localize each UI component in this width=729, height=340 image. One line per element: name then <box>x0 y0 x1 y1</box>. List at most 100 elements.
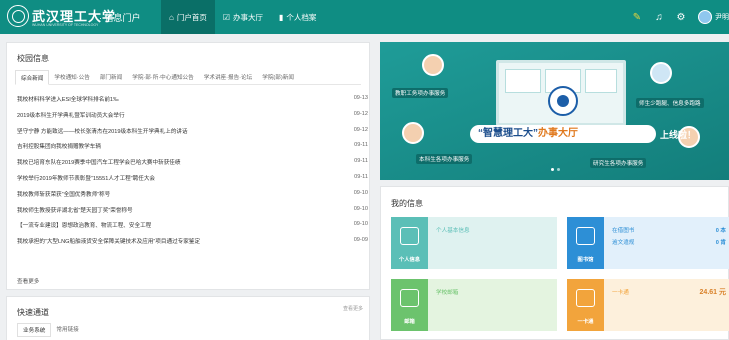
mail-icon <box>400 289 419 307</box>
bell-icon[interactable]: ♫ <box>648 12 670 23</box>
nav-service-hall[interactable]: ☑ 办事大厅 <box>215 0 271 34</box>
tab-general-news[interactable]: 综合新闻 <box>15 70 50 85</box>
tab-college-news[interactable]: 学院(部)新闻 <box>257 70 299 85</box>
nav-home-label: 门户首页 <box>176 12 207 22</box>
carousel-dot[interactable] <box>557 168 560 171</box>
carousel-dot-active[interactable] <box>551 168 554 171</box>
list-item[interactable]: 吉利控股集团向我校捐赠教学车辆 09-11 <box>17 142 369 158</box>
banner-label-teacher: 教职工务项办事服务 <box>392 88 449 98</box>
list-item[interactable]: 我校师生教授获评湖北省“楚天园丁奖”荣誉称号 09-10 <box>17 206 369 222</box>
top-right-tools: ✎ ♫ ⚙ 尹明 <box>626 0 729 34</box>
banner-label-grad: 研究生各项办事服务 <box>590 158 647 168</box>
library-tile-icon: 图书馆 <box>567 217 604 269</box>
campus-info-title: 校园信息 <box>17 54 49 63</box>
list-item[interactable]: 2019级本科生开学典礼暨军训动员大会举行 09-12 <box>17 111 369 127</box>
list-item[interactable]: 坚守宁静 方能致远——校长张清杰在2019级本科生开学典礼上的讲话 09-12 <box>17 127 369 143</box>
list-item[interactable]: 我校承担的“大型LNG船舶液货安全保障关键技术及应用”项目通过专家鉴定 09-09 <box>17 237 369 253</box>
campus-info-card: 校园信息 综合新闻 学校通知·公告 部门新闻 学院·部·所·中心通知公告 学术讲… <box>6 42 370 290</box>
tile-personal-info[interactable]: 个人信息 个人基本信息 <box>391 217 557 269</box>
list-item[interactable]: 【一流专业建设】恩想政治教育、物流工程、安全工程 09-10 <box>17 221 369 237</box>
list-item[interactable]: 我校已培育东队在2019赛季中国汽车工程学会巴哈大赛中斩获佳绩 09-11 <box>17 158 369 174</box>
banner-label-student: 师生少跑腿、信息多跑路 <box>636 98 704 108</box>
tile-body: 在借图书 0 本 逾文違规 0 肯 <box>604 217 729 269</box>
student-person-icon <box>402 122 424 144</box>
news-title[interactable]: 我校教师斩获荣获“全国优秀教师”称号 <box>17 190 110 206</box>
tab-common-links[interactable]: 常用链接 <box>51 323 83 337</box>
tile-name: 个人信息 <box>398 257 421 263</box>
tablet-icon <box>650 62 672 84</box>
my-info-title: 我的信息 <box>391 199 423 208</box>
nav-personal-profile[interactable]: ▮ 个人档案 <box>271 0 324 34</box>
my-info-card: 我的信息 个人信息 个人基本信息 图书馆 在借图书 0 本 逾文違规 0 肯 邮… <box>380 186 729 340</box>
news-date: 09-11 <box>354 173 368 180</box>
bar-chart-icon: ▮ <box>279 12 284 22</box>
news-title[interactable]: 我校承担的“大型LNG船舶液货安全保障关键技术及应用”项目通过专家鉴定 <box>17 237 200 253</box>
tile-text[interactable]: 一卡通 <box>612 288 629 296</box>
news-title[interactable]: 我校已培育东队在2019赛季中国汽车工程学会巴哈大赛中斩获佳绩 <box>17 158 180 174</box>
tile-campus-card[interactable]: 一卡通 一卡通 24.61 元 <box>567 279 729 331</box>
news-list: 我校材料科学进入ESI全球学科排名前1‰ 09-13 2019级本科生开学典礼暨军… <box>17 95 369 253</box>
tile-value: 0 本 <box>715 228 726 234</box>
tile-name: 一卡通 <box>577 319 594 325</box>
tile-mailbox[interactable]: 邮箱 学校邮箱 <box>391 279 557 331</box>
news-title[interactable]: 吉利控股集团向我校捐赠教学车辆 <box>17 142 101 158</box>
window-illustration <box>585 69 617 93</box>
nav-service-hall-label: 办事大厅 <box>233 12 264 22</box>
tab-college-notices[interactable]: 学院·部·所·中心通知公告 <box>127 70 199 85</box>
news-date: 09-12 <box>353 110 368 117</box>
list-item[interactable]: 我校材料科学进入ESI全球学科排名前1‰ 09-13 <box>17 95 369 111</box>
tab-academic-lectures[interactable]: 学术讲座·报告·论坛 <box>199 70 257 85</box>
slogan-highlight: 办事大厅 <box>538 128 578 139</box>
settings-icon[interactable]: ⚙ <box>670 12 692 23</box>
username[interactable]: 尹明 <box>715 12 729 22</box>
tile-library[interactable]: 图书馆 在借图书 0 本 逾文違规 0 肯 <box>567 217 729 269</box>
news-date: 09-10 <box>353 221 368 228</box>
news-date: 09-13 <box>353 95 368 101</box>
news-more-link[interactable]: 查看更多 <box>17 277 39 285</box>
tile-text[interactable]: 个人基本信息 <box>436 226 470 234</box>
top-bar: 武汉理工大学 WUHAN UNIVERSITY OF TECHNOLOGY · … <box>0 0 729 34</box>
quick-channel-title: 快速通道 <box>17 308 49 317</box>
teacher-person-icon <box>422 54 444 76</box>
banner-slogan: “智慧理工大”办事大厅 <box>470 125 656 143</box>
news-date: 09-12 <box>353 126 368 133</box>
tab-school-notices[interactable]: 学校通知·公告 <box>49 70 94 85</box>
portal-title: · 信息门户 <box>99 13 141 23</box>
quick-tabs: 业务系统 常用链接 <box>17 323 84 337</box>
service-hall-banner[interactable]: 教职工务项办事服务 师生少跑腿、信息多跑路 本科生各项办事服务 研究生各项办事服… <box>380 42 729 180</box>
tile-name: 邮箱 <box>404 319 415 325</box>
news-date: 09-11 <box>354 142 368 149</box>
tile-value: 24.61 元 <box>699 289 726 296</box>
news-title[interactable]: 2019级本科生开学典礼暨军训动员大会举行 <box>17 111 125 127</box>
tab-department-news[interactable]: 部门新闻 <box>95 70 127 85</box>
tab-business-systems[interactable]: 业务系统 <box>17 323 52 337</box>
nav-home[interactable]: ⌂ 门户首页 <box>161 0 215 34</box>
main-nav: ⌂ 门户首页 ☑ 办事大厅 ▮ 个人档案 <box>161 0 324 34</box>
news-tabs: 综合新闻 学校通知·公告 部门新闻 学院·部·所·中心通知公告 学术讲座·报告·… <box>15 70 361 85</box>
news-title[interactable]: 我校师生教授获评湖北省“楚天园丁奖”荣誉称号 <box>17 206 133 222</box>
home-icon: ⌂ <box>169 12 174 22</box>
quick-more-link[interactable]: 查看更多 <box>343 305 363 312</box>
tile-text[interactable]: 逾文違规 <box>612 238 634 246</box>
id-card-icon <box>400 227 419 245</box>
edit-icon[interactable]: ✎ <box>626 12 648 23</box>
tile-body: 一卡通 24.61 元 <box>604 279 729 331</box>
news-date: 09-09 <box>353 237 368 244</box>
list-item[interactable]: 学校举行2019年教师节表彰暨“15551人才工程”聘任大会 09-11 <box>17 174 369 190</box>
tile-text[interactable]: 在借图书 <box>612 226 634 234</box>
list-item[interactable]: 我校教师斩获荣获“全国优秀教师”称号 09-10 <box>17 190 369 206</box>
avatar[interactable] <box>698 10 712 24</box>
news-title[interactable]: 我校材料科学进入ESI全球学科排名前1‰ <box>17 95 119 111</box>
slogan-main: “智慧理工大” <box>478 128 538 139</box>
university-seal-logo[interactable] <box>7 5 29 27</box>
news-date: 09-10 <box>353 205 368 212</box>
tile-body: 学校邮箱 <box>428 279 557 331</box>
tile-text[interactable]: 学校邮箱 <box>436 288 458 296</box>
window-illustration <box>505 69 541 93</box>
news-title[interactable]: 坚守宁静 方能致远——校长张清杰在2019级本科生开学典礼上的讲话 <box>17 127 188 143</box>
news-title[interactable]: 【一流专业建设】恩想政治教育、物流工程、安全工程 <box>17 221 151 237</box>
quick-channel-card: 快速通道 查看更多 业务系统 常用链接 <box>6 296 370 340</box>
university-english-name: WUHAN UNIVERSITY OF TECHNOLOGY <box>32 23 99 27</box>
news-title[interactable]: 学校举行2019年教师节表彰暨“15551人才工程”聘任大会 <box>17 174 155 190</box>
carousel-dots <box>551 168 563 171</box>
